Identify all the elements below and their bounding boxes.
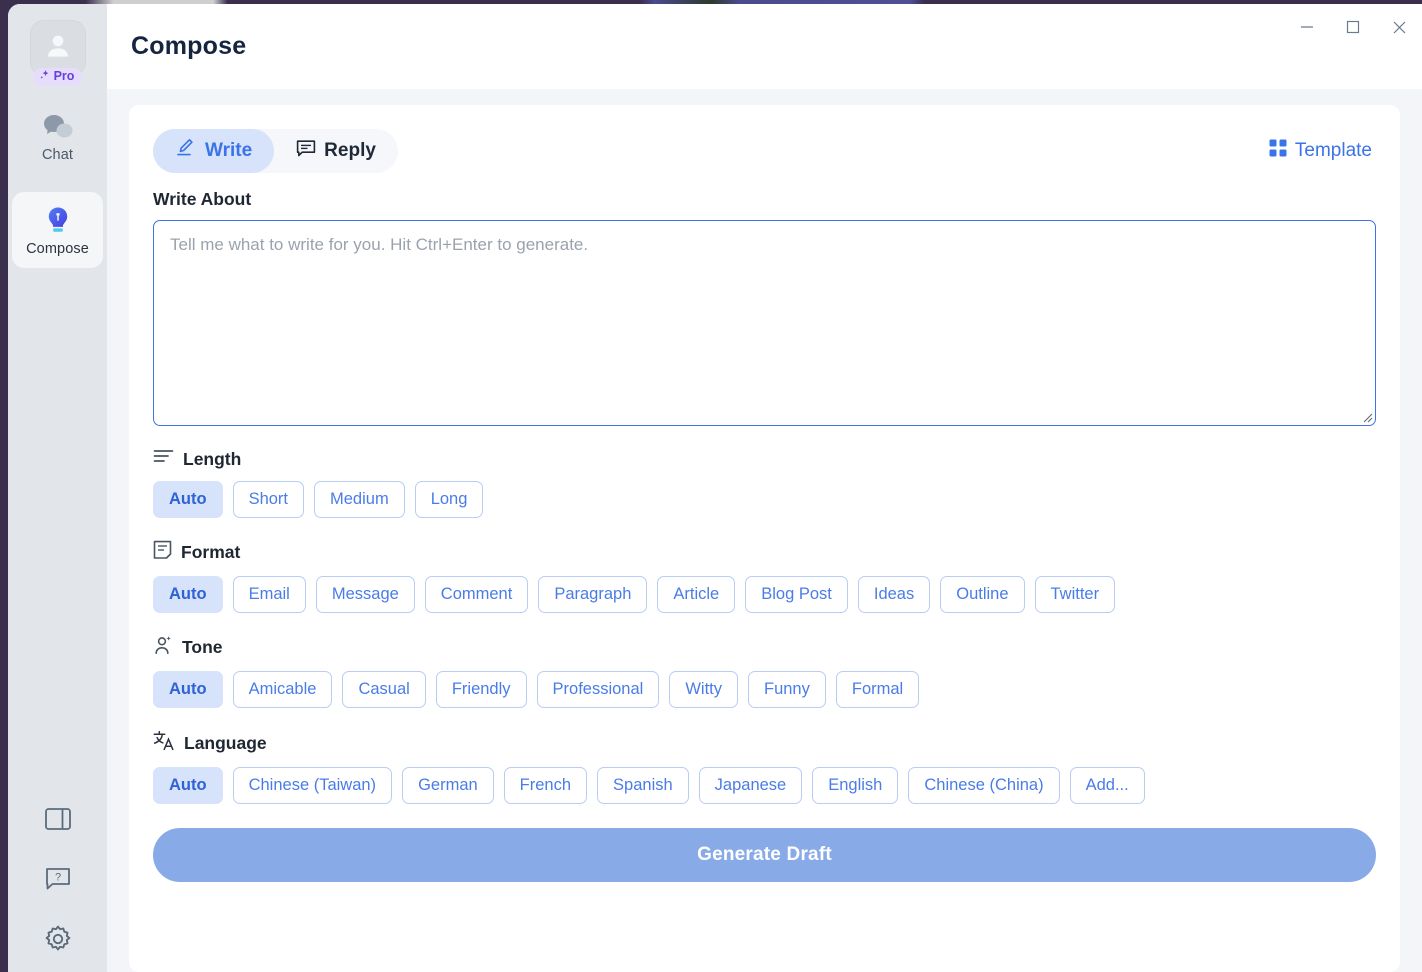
chip-tone-amicable[interactable]: Amicable	[232, 671, 333, 708]
app-window: Pro Chat Compose ? Compose Write Reply T…	[8, 4, 1422, 972]
write-about-label: Write About	[153, 189, 252, 209]
main-area: Compose Write Reply Template Write About…	[107, 4, 1422, 972]
chip-format-email[interactable]: Email	[232, 576, 306, 613]
compose-card: Write Reply Template Write About Tell me…	[129, 105, 1400, 972]
chip-language-japanese[interactable]: Japanese	[698, 767, 803, 804]
lightbulb-icon	[41, 204, 75, 238]
chip-format-ideas[interactable]: Ideas	[857, 576, 931, 613]
chip-tone-friendly[interactable]: Friendly	[435, 671, 527, 708]
chips-language: Auto Chinese (Taiwan) German French Span…	[153, 767, 1376, 804]
chip-format-blog-post[interactable]: Blog Post	[745, 576, 848, 613]
grid-icon	[1269, 139, 1287, 163]
close-icon[interactable]	[1376, 4, 1422, 50]
gear-icon[interactable]	[40, 922, 76, 956]
content-area: Write Reply Template Write About Tell me…	[107, 89, 1422, 972]
chip-language-german[interactable]: German	[402, 767, 494, 804]
translate-icon	[153, 730, 175, 756]
write-pen-icon	[175, 138, 197, 164]
maximize-icon[interactable]	[1330, 4, 1376, 50]
chip-language-auto[interactable]: Auto	[153, 767, 223, 804]
group-title-length: Length	[183, 448, 242, 469]
chip-tone-professional[interactable]: Professional	[536, 671, 660, 708]
chip-format-outline[interactable]: Outline	[940, 576, 1025, 613]
group-title-format: Format	[181, 542, 241, 562]
group-title-tone: Tone	[182, 637, 223, 657]
chip-tone-formal[interactable]: Formal	[835, 671, 920, 708]
chips-format: Auto Email Message Comment Paragraph Art…	[153, 576, 1376, 613]
option-group-length: Length Auto Short Medium Long	[153, 448, 1376, 518]
chip-tone-auto[interactable]: Auto	[153, 671, 223, 708]
window-controls	[1284, 4, 1422, 50]
chip-language-spanish[interactable]: Spanish	[597, 767, 689, 804]
minimize-icon[interactable]	[1284, 4, 1330, 50]
tab-write[interactable]: Write	[153, 129, 275, 173]
chip-tone-casual[interactable]: Casual	[342, 671, 426, 708]
chip-tone-funny[interactable]: Funny	[748, 671, 826, 708]
person-sparkle-icon	[153, 635, 173, 660]
mode-toolbar: Write Reply Template	[153, 129, 1376, 173]
group-header-language: Language	[153, 730, 1376, 756]
page-title: Compose	[131, 32, 247, 60]
option-group-language: Language Auto Chinese (Taiwan) German Fr…	[153, 730, 1376, 804]
sidebar-item-compose[interactable]: Compose	[12, 192, 103, 268]
group-header-tone: Tone	[153, 635, 1376, 660]
group-header-format: Format	[153, 540, 1376, 565]
generate-draft-button[interactable]: Generate Draft	[153, 828, 1376, 882]
chip-format-comment[interactable]: Comment	[424, 576, 529, 613]
chip-language-chinese-china[interactable]: Chinese (China)	[908, 767, 1060, 804]
chips-tone: Auto Amicable Casual Friendly Profession…	[153, 671, 1376, 708]
chips-length: Auto Short Medium Long	[153, 481, 1376, 518]
group-title-language: Language	[184, 732, 267, 753]
tab-write-label: Write	[205, 140, 253, 161]
pro-badge: Pro	[32, 68, 83, 86]
chip-format-paragraph[interactable]: Paragraph	[538, 576, 648, 613]
sidebar: Pro Chat Compose ?	[8, 4, 107, 972]
chip-length-long[interactable]: Long	[414, 481, 484, 518]
chip-language-french[interactable]: French	[503, 767, 588, 804]
tab-reply-label: Reply	[324, 140, 376, 161]
option-group-tone: Tone Auto Amicable Casual Friendly Profe…	[153, 635, 1376, 708]
reply-bubble-icon	[296, 139, 316, 164]
chip-format-message[interactable]: Message	[315, 576, 415, 613]
pro-badge-label: Pro	[53, 69, 75, 83]
chip-format-article[interactable]: Article	[657, 576, 736, 613]
svg-text:?: ?	[54, 872, 60, 884]
sidebar-bottom-actions: ?	[8, 802, 107, 966]
help-question-icon[interactable]: ?	[40, 862, 76, 896]
lines-icon	[153, 448, 174, 470]
write-about-input[interactable]	[153, 220, 1376, 426]
sidebar-item-compose-label: Compose	[26, 240, 89, 257]
chat-bubbles-icon	[41, 110, 75, 144]
template-label: Template	[1294, 140, 1372, 161]
chip-tone-witty[interactable]: Witty	[669, 671, 738, 708]
sidebar-item-chat-label: Chat	[41, 146, 74, 163]
option-group-format: Format Auto Email Message Comment Paragr…	[153, 540, 1376, 613]
sidebar-item-chat[interactable]: Chat	[12, 98, 103, 174]
group-header-length: Length	[153, 448, 1376, 470]
sparkle-icon	[39, 69, 51, 84]
sidebar-panel-icon[interactable]	[40, 802, 76, 836]
write-about-field	[153, 220, 1376, 426]
document-icon	[153, 540, 172, 565]
chip-language-add[interactable]: Add...	[1069, 767, 1145, 804]
chip-language-english[interactable]: English	[812, 767, 899, 804]
chip-length-medium[interactable]: Medium	[314, 481, 405, 518]
tab-reply[interactable]: Reply	[274, 130, 398, 173]
chip-language-chinese-taiwan[interactable]: Chinese (Taiwan)	[232, 767, 393, 804]
chip-length-short[interactable]: Short	[232, 481, 305, 518]
chip-length-auto[interactable]: Auto	[153, 481, 223, 518]
template-button[interactable]: Template	[1269, 139, 1372, 163]
user-avatar-icon	[42, 30, 74, 67]
avatar[interactable]: Pro	[29, 20, 86, 86]
chip-format-twitter[interactable]: Twitter	[1034, 576, 1116, 613]
title-bar: Compose	[107, 4, 1422, 89]
mode-toggle-group: Write Reply	[153, 129, 398, 173]
chip-format-auto[interactable]: Auto	[153, 576, 223, 613]
